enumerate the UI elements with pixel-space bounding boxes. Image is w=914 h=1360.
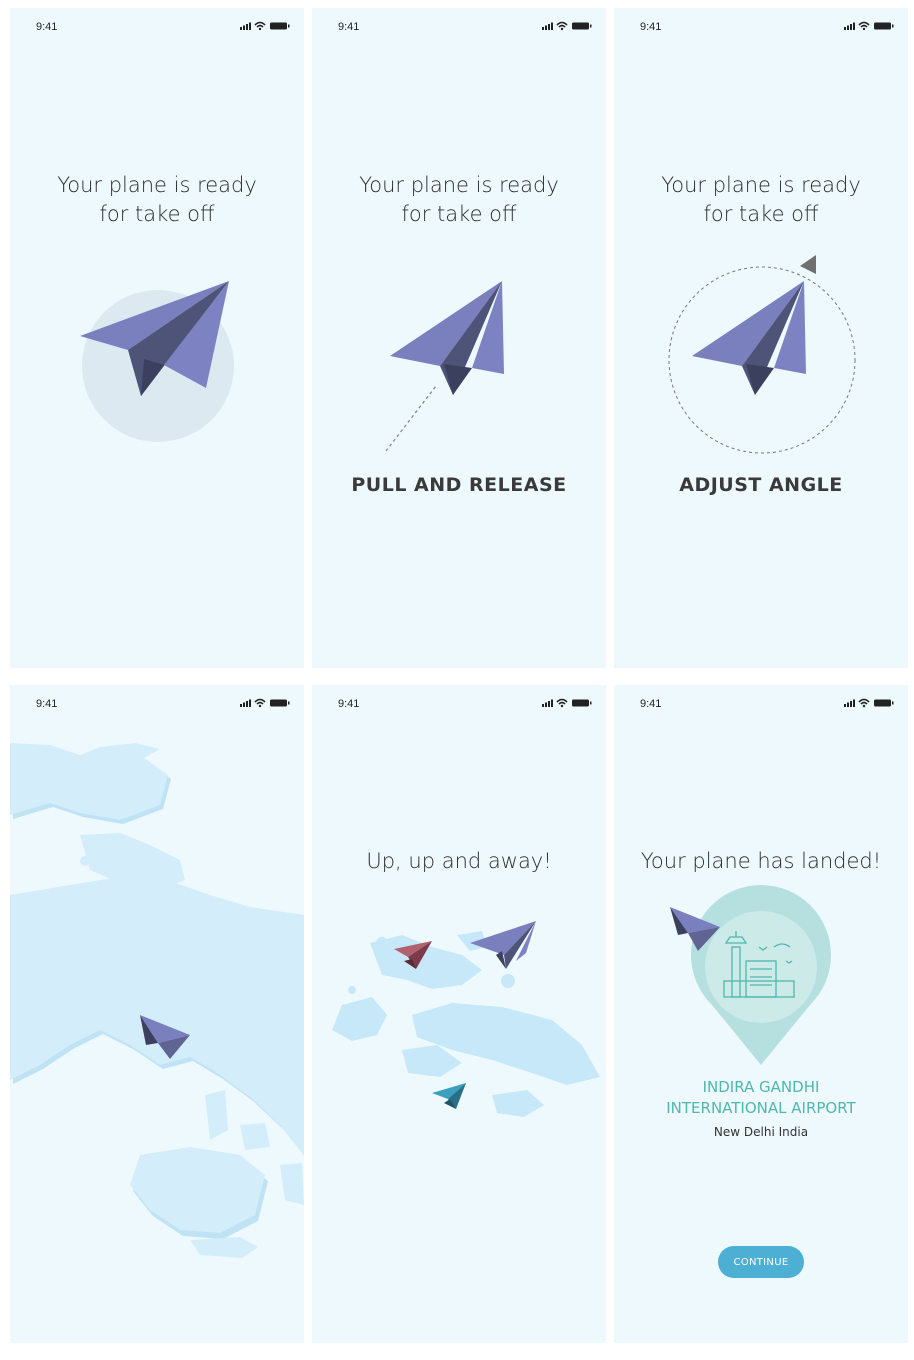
airport-name: INDIRA GANDHI INTERNATIONAL AIRPORT [614, 1077, 908, 1119]
flight-map-illustration [332, 921, 600, 1117]
world-map [10, 743, 304, 1258]
airport-name-line-2: INTERNATIONAL AIRPORT [666, 1099, 856, 1117]
landing-illustration [670, 885, 831, 1065]
paper-plane-teal-icon[interactable] [432, 1083, 466, 1109]
plane-illustration [80, 281, 234, 442]
instruction-label: ADJUST ANGLE [679, 474, 843, 496]
rotate-arrow-icon[interactable] [800, 255, 816, 274]
plane-illustration [668, 255, 856, 454]
screen-up-and-away: 9:41 Up, up and away! [312, 685, 606, 1343]
screen-ready: 9:41 Your plane is ready for take off [10, 8, 304, 668]
paper-plane-purple-icon[interactable] [470, 921, 536, 969]
screen-landed: 9:41 Your plane has landed! INDIRA GANDH… [614, 685, 908, 1343]
pull-trajectory-line [385, 385, 437, 452]
paper-plane-icon[interactable] [390, 281, 504, 395]
screen-adjust-angle: 9:41 Your plane is ready for take off AD… [614, 8, 908, 668]
instruction-label: PULL AND RELEASE [351, 474, 567, 496]
continue-button[interactable]: CONTINUE [718, 1246, 804, 1278]
screen-flight-map: 9:41 [10, 685, 304, 1343]
screen-pull-release: 9:41 Your plane is ready for take off PU… [312, 8, 606, 668]
map-landmass [332, 931, 600, 1117]
plane-illustration [385, 281, 504, 452]
paper-plane-icon[interactable] [692, 281, 806, 395]
airport-pin-icon [691, 885, 831, 1065]
airport-name-line-1: INDIRA GANDHI [702, 1078, 820, 1096]
map-landmass [10, 743, 304, 1258]
airport-city: New Delhi India [713, 1125, 809, 1139]
